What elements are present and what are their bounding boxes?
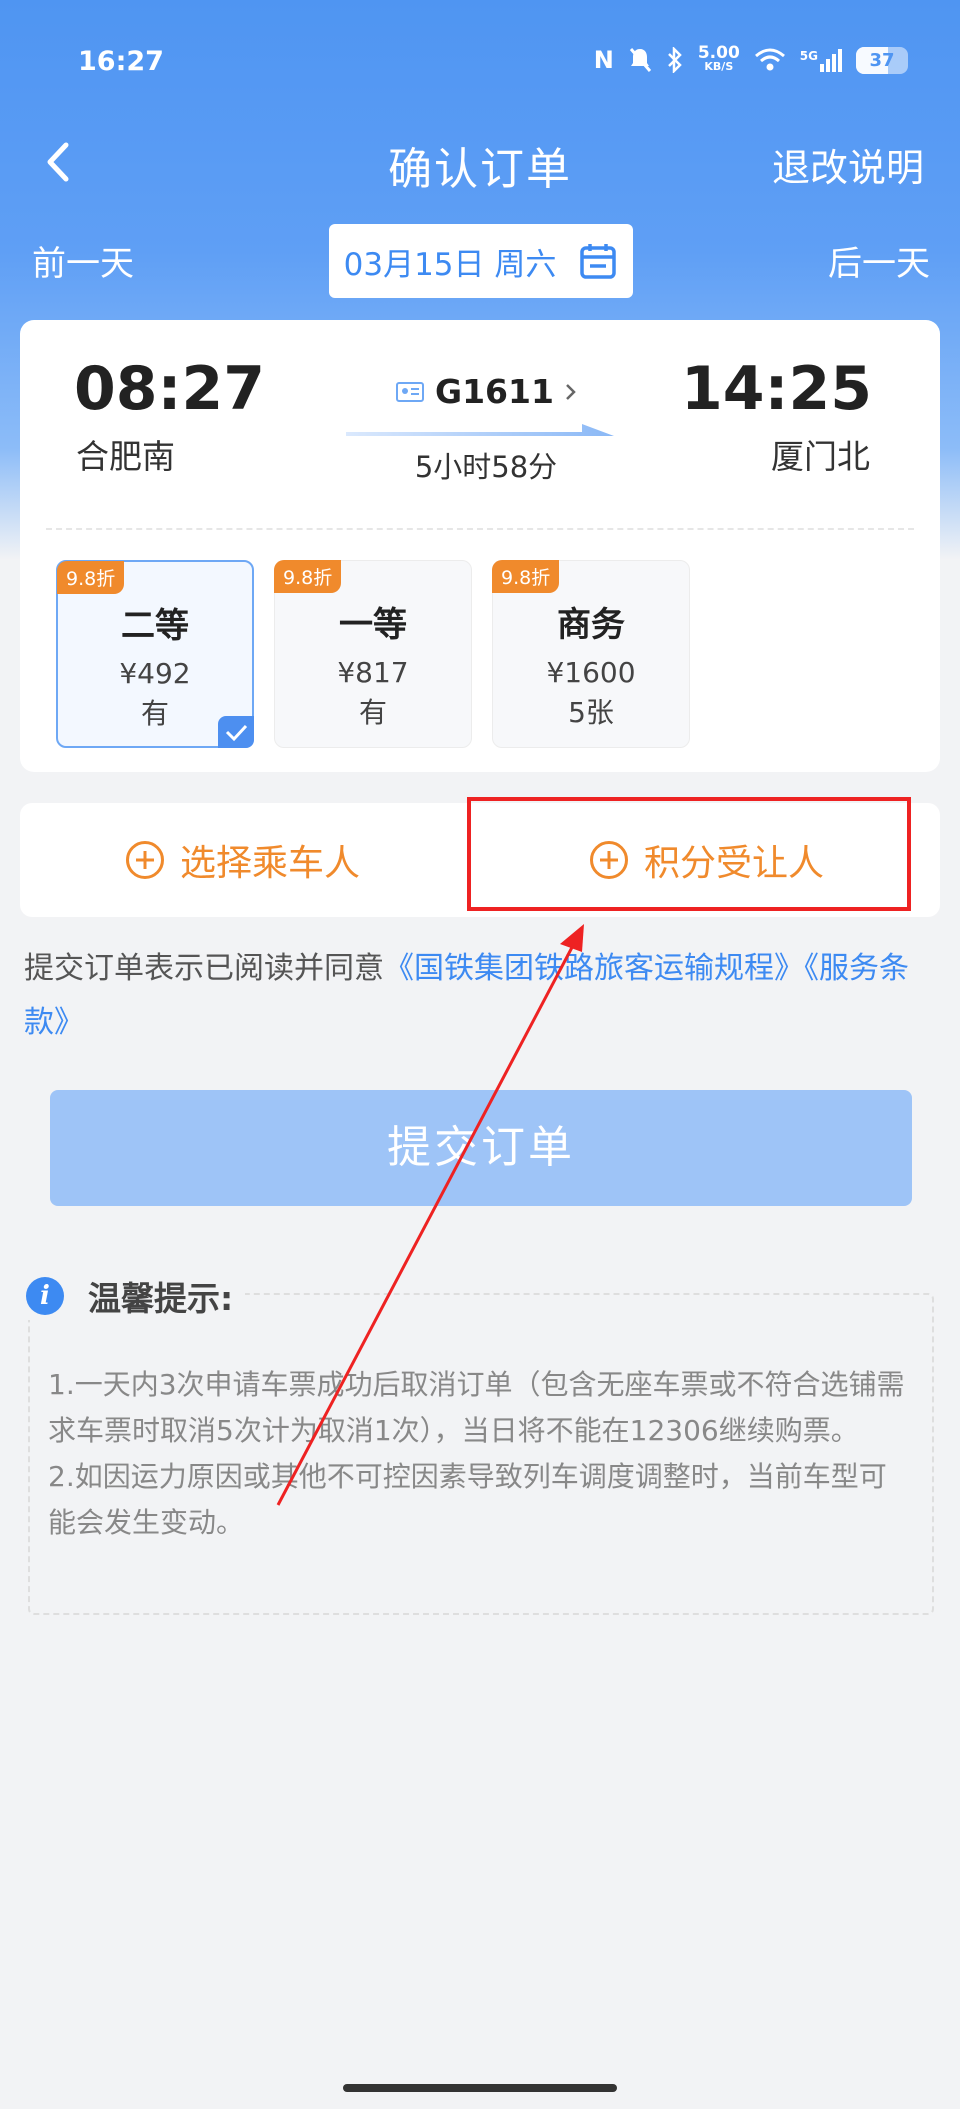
calendar-icon (580, 244, 617, 279)
chevron-right-icon (566, 383, 576, 400)
train-number-link[interactable]: G1611 (395, 372, 578, 411)
arrival-time: 14:25 (681, 354, 872, 424)
discount-badge: 9.8折 (492, 560, 560, 593)
refund-change-link[interactable]: 退改说明 (772, 137, 924, 192)
info-icon: i (26, 1277, 64, 1315)
seat-price: ¥492 (119, 657, 191, 690)
agreement-prefix: 提交订单表示已阅读并同意 (24, 951, 384, 986)
tips-header: i 温馨提示: (26, 1272, 246, 1320)
divider (46, 528, 914, 530)
regulation-link[interactable]: 《国铁集团铁路旅客运输规程》 (384, 951, 804, 986)
route-arrow-icon (346, 424, 614, 436)
home-indicator (343, 2084, 617, 2092)
next-day-button[interactable]: 后一天 (828, 236, 930, 285)
seat-class-name: 商务 (557, 605, 625, 645)
seat-option-business-class[interactable]: 9.8折 商务 ¥1600 5张 (492, 560, 690, 748)
tips-list: 1.一天内3次申请车票成功后取消订单（包含无座车票或不符合选铺需求车票时取消5次… (48, 1362, 908, 1546)
seat-availability: 有 (358, 696, 387, 729)
status-time: 16:27 (78, 46, 164, 77)
signal-icon: 5G (800, 48, 842, 72)
discount-badge: 9.8折 (57, 561, 125, 594)
selected-date: 03月15日 周六 (343, 246, 557, 283)
seat-price: ¥1600 (546, 656, 636, 689)
status-bar: 16:27 N 5.00 KB/S 5G 37 (0, 40, 960, 90)
arrival-station: 厦门北 (771, 437, 870, 476)
train-info-card: 08:27 合肥南 G1611 5小时58分 14:25 厦门北 9.8折 二等… (20, 320, 940, 772)
seat-class-name: 一等 (339, 605, 407, 645)
battery-icon: 37 (856, 46, 908, 74)
bluetooth-icon (667, 47, 682, 73)
annotation-highlight-box (467, 797, 911, 911)
select-passenger-label: 选择乘车人 (180, 843, 361, 884)
date-picker[interactable]: 03月15日 周六 (329, 224, 633, 298)
checkmark-icon (218, 716, 254, 748)
seat-availability: 5张 (568, 696, 614, 729)
tips-title: 温馨提示: (88, 1279, 234, 1318)
seat-option-first-class[interactable]: 9.8折 一等 ¥817 有 (274, 560, 472, 748)
tip-item: 1.一天内3次申请车票成功后取消订单（包含无座车票或不符合选铺需求车票时取消5次… (48, 1368, 905, 1447)
select-passenger-button[interactable]: 选择乘车人 (126, 803, 360, 917)
date-bar: 前一天 03月15日 周六 后一天 (0, 222, 960, 298)
id-card-icon (396, 381, 424, 402)
nfc-icon: N (593, 46, 614, 74)
status-icons: N 5.00 KB/S 5G 37 (593, 43, 908, 74)
seat-class-name: 二等 (121, 606, 189, 646)
tip-item: 2.如因运力原因或其他不可控因素导致列车调度调整时，当前车型可能会发生变动。 (48, 1460, 887, 1539)
train-number: G1611 (435, 372, 554, 411)
departure-time: 08:27 (74, 354, 265, 424)
navigation-bar: 确认订单 退改说明 (0, 125, 960, 205)
network-speed: 5.00 KB/S (697, 43, 740, 74)
discount-badge: 9.8折 (274, 560, 342, 593)
wifi-icon (754, 48, 785, 71)
add-circle-icon (126, 841, 164, 879)
previous-day-button[interactable]: 前一天 (32, 236, 134, 285)
submit-order-button[interactable]: 提交订单 (50, 1090, 912, 1206)
agreement-text: 提交订单表示已阅读并同意《国铁集团铁路旅客运输规程》《服务条款》 (24, 942, 936, 1050)
mute-bell-icon (629, 48, 651, 72)
seat-price: ¥817 (337, 656, 409, 689)
seat-option-second-class[interactable]: 9.8折 二等 ¥492 有 (56, 560, 254, 748)
